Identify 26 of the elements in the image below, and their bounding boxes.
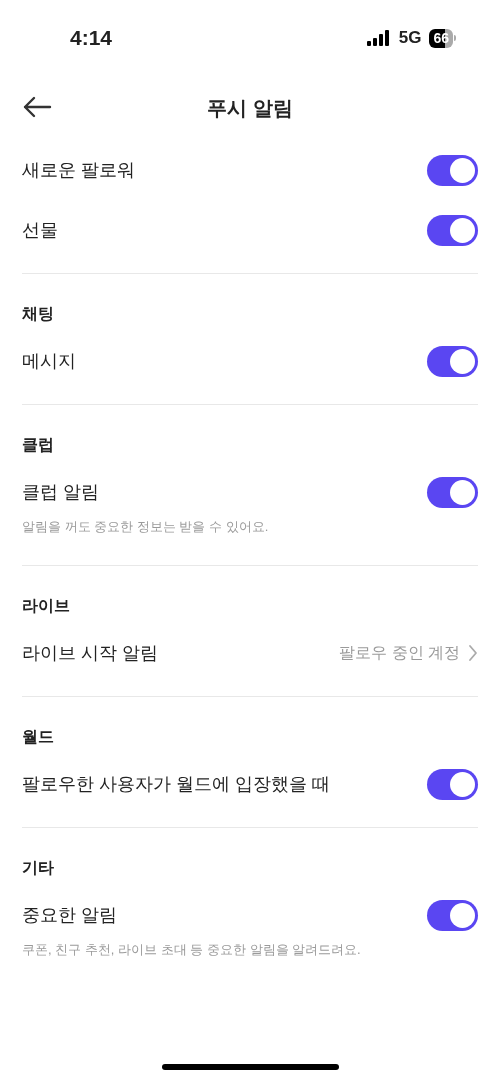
setting-label: 중요한 알림 [22,903,117,927]
setting-label: 라이브 시작 알림 [22,641,158,665]
toggle-switch[interactable] [427,345,478,377]
section-title: 라이브 [22,596,71,616]
setting-label: 선물 [22,218,58,242]
setting-value[interactable]: 팔로우 중인 계정 [339,641,460,665]
setting-description: 알림을 꺼도 중요한 정보는 받을 수 있어요. [22,518,270,536]
toggle-switch[interactable] [427,476,478,508]
setting-label: 클럽 알림 [22,480,99,504]
setting-description: 쿠폰, 친구 추천, 라이브 초대 등 중요한 알림을 알려드려요. [22,941,362,959]
toggle-switch[interactable] [427,154,478,186]
signal-icon [366,30,391,46]
section-title: 기타 [22,858,55,878]
section-title: 채팅 [22,304,55,324]
section-title: 월드 [22,727,55,747]
section-title: 클럽 [22,435,55,455]
back-icon[interactable] [22,96,52,118]
toggle-switch[interactable] [427,768,478,800]
setting-label: 팔로우한 사용자가 월드에 입장했을 때 [22,772,330,796]
toggle-switch[interactable] [427,899,478,931]
network-label: 5G [398,27,422,50]
setting-label: 새로운 팔로워 [22,158,135,182]
toggle-switch[interactable] [427,214,478,246]
status-time: 4:14 [70,25,113,52]
page-title: 푸시 알림 [207,96,293,121]
setting-label: 메시지 [22,349,76,373]
